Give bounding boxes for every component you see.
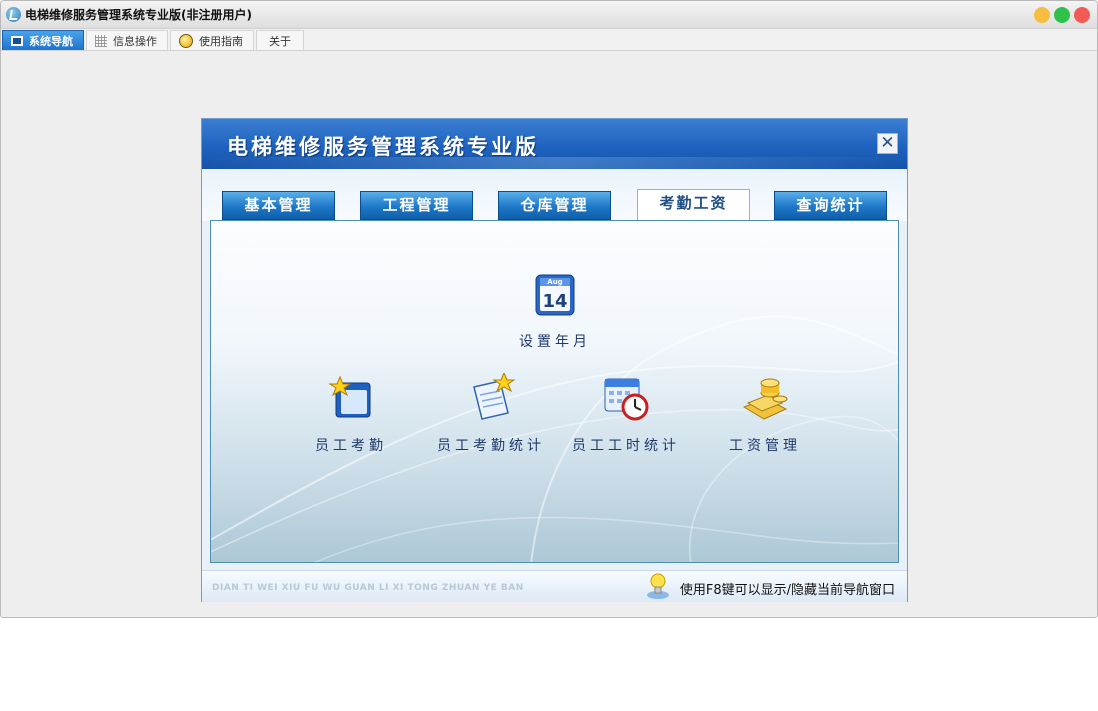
panel-footer: DIAN TI WEI XIU FU WU GUAN LI XI TONG ZH… [202, 570, 907, 602]
app-logo-icon [6, 7, 21, 22]
close-window-button[interactable] [1074, 7, 1090, 23]
module-tab-attendance-salary[interactable]: 考勤工资 [637, 189, 750, 221]
function-label: 员工考勤统计 [437, 438, 545, 454]
function-salary-management[interactable]: 工资管理 [695, 373, 835, 455]
function-label: 员工工时统计 [572, 438, 680, 454]
function-attendance-statistics[interactable]: 员工考勤统计 [421, 371, 561, 455]
lightbulb-icon [646, 572, 670, 600]
tab-user-guide[interactable]: 使用指南 [170, 30, 254, 50]
svg-text:14: 14 [542, 291, 567, 312]
tab-label: 使用指南 [199, 34, 243, 48]
function-set-year-month[interactable]: Aug 14 设置年月 [485, 269, 625, 351]
function-label: 员工考勤 [315, 438, 387, 454]
calendar-icon: Aug 14 [530, 269, 580, 319]
minimize-button[interactable] [1034, 7, 1050, 23]
tab-system-navigation[interactable]: 系统导航 [2, 30, 84, 50]
function-label: 设置年月 [519, 334, 591, 350]
folder-star-icon [326, 373, 376, 423]
module-tab-query-statistics[interactable]: 查询统计 [774, 191, 887, 220]
maximize-button[interactable] [1054, 7, 1070, 23]
function-employee-attendance[interactable]: 员工考勤 [281, 373, 421, 455]
window-controls [1034, 7, 1090, 23]
module-tab-warehouse[interactable]: 仓库管理 [498, 191, 611, 220]
footer-hint-text: 使用F8键可以显示/隐藏当前导航窗口 [679, 583, 895, 598]
panel-header: 电梯维修服务管理系统专业版 ✕ [202, 119, 907, 169]
guide-icon [179, 33, 193, 48]
document-star-icon [466, 371, 516, 423]
module-tab-engineering[interactable]: 工程管理 [360, 191, 473, 220]
tab-label: 系统导航 [29, 34, 73, 48]
window-title: 电梯维修服务管理系统专业版(非注册用户) [25, 8, 252, 22]
function-label: 工资管理 [729, 438, 801, 454]
module-tab-basic[interactable]: 基本管理 [222, 191, 335, 220]
module-content-area: Aug 14 设置年月 员工考勤 员工考勤统计 员工工时统计 工资管理 [210, 220, 899, 563]
svg-text:Aug: Aug [547, 278, 562, 286]
footer-pinyin-text: DIAN TI WEI XIU FU WU GUAN LI XI TONG ZH… [212, 583, 524, 593]
navigation-panel: 电梯维修服务管理系统专业版 ✕ 基本管理 工程管理 仓库管理 考勤工资 查询统计 [201, 118, 908, 602]
tab-label: 信息操作 [113, 34, 157, 48]
coins-icon [740, 373, 790, 423]
tab-info-operation[interactable]: 信息操作 [86, 30, 168, 50]
main-tab-bar: 系统导航 信息操作 使用指南 关于 [1, 29, 1097, 51]
panel-title: 电梯维修服务管理系统专业版 [227, 135, 539, 159]
app-window: 电梯维修服务管理系统专业版(非注册用户) 系统导航 信息操作 使用指南 关于 电… [0, 0, 1098, 618]
tab-about[interactable]: 关于 [256, 30, 304, 50]
panel-close-button[interactable]: ✕ [877, 133, 898, 154]
monitor-icon [11, 35, 23, 46]
module-tab-strip: 基本管理 工程管理 仓库管理 考勤工资 查询统计 [202, 169, 907, 221]
tab-label: 关于 [269, 34, 291, 48]
title-bar: 电梯维修服务管理系统专业版(非注册用户) [1, 1, 1097, 29]
grid-icon [95, 34, 107, 47]
function-work-hours-statistics[interactable]: 员工工时统计 [556, 373, 696, 455]
calendar-clock-icon [601, 373, 651, 423]
